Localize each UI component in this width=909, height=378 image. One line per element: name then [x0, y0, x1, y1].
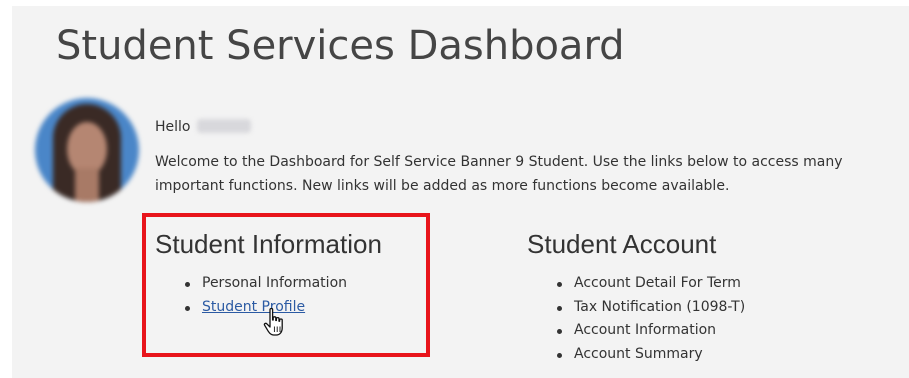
account-summary-link[interactable]: Account Summary: [574, 346, 703, 362]
blurred-user-name: [196, 119, 251, 133]
hand-pointer-icon: [263, 307, 283, 336]
student-account-heading: Student Account: [527, 229, 717, 259]
account-detail-for-term-link[interactable]: Account Detail For Term: [574, 275, 741, 291]
greeting-text: Hello: [155, 119, 191, 135]
list-item-account-summary[interactable]: Account Summary: [554, 343, 745, 367]
list-item-account-detail-for-term[interactable]: Account Detail For Term: [554, 272, 745, 296]
user-avatar: [35, 98, 139, 202]
avatar-neck: [75, 168, 99, 202]
page-title: Student Services Dashboard: [56, 23, 625, 69]
list-item-account-information[interactable]: Account Information: [554, 319, 745, 343]
greeting: Hello: [155, 117, 251, 137]
account-information-link[interactable]: Account Information: [574, 322, 716, 338]
tax-notification-link[interactable]: Tax Notification (1098-T): [574, 299, 745, 315]
welcome-message: Welcome to the Dashboard for Self Servic…: [155, 154, 843, 194]
student-account-links: Account Detail For Term Tax Notification…: [554, 272, 745, 366]
list-item-tax-notification[interactable]: Tax Notification (1098-T): [554, 296, 745, 320]
